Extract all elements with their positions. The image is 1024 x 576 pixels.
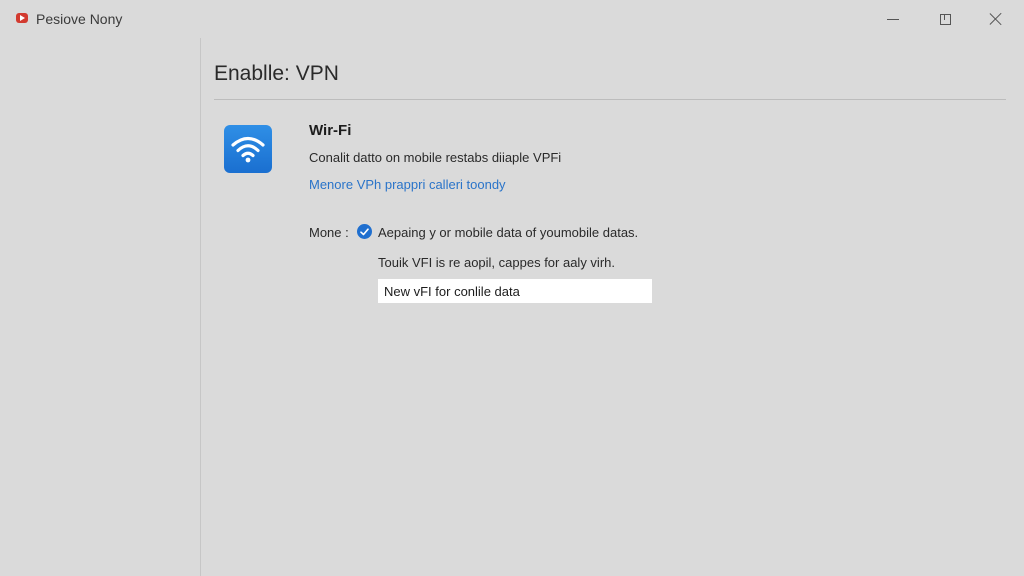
close-icon (989, 12, 1003, 26)
wifi-icon (224, 125, 272, 173)
mode-option-label: Aepaing y or mobile data of youmobile da… (378, 225, 639, 240)
title-divider (214, 99, 1006, 100)
minimize-button[interactable] (878, 6, 908, 32)
app-window: Pesiove Nony Enablle: VPN Wir-Fi Conalit… (0, 0, 1024, 576)
vpn-name-input[interactable] (378, 279, 652, 303)
app-logo-icon (16, 13, 28, 23)
window-title: Pesiove Nony (36, 11, 123, 27)
wifi-title: Wir-Fi (309, 122, 352, 139)
wifi-description: Conalit datto on mobile restabs diiaple … (309, 150, 562, 165)
minimize-icon (887, 18, 899, 20)
page-title: Enablle: VPN (214, 62, 339, 85)
title-bar: Pesiove Nony (0, 0, 1024, 38)
wifi-glyph (231, 136, 265, 163)
maximize-icon (939, 13, 951, 25)
check-icon (360, 227, 369, 235)
sidebar (0, 38, 201, 576)
maximize-button[interactable] (930, 6, 960, 32)
mode-checkbox[interactable] (357, 224, 372, 239)
mode-label: Mone : (309, 225, 349, 240)
close-button[interactable] (981, 6, 1011, 32)
mode-description: Touik VFI is re aopil, cappes for aaly v… (378, 255, 615, 270)
wifi-settings-link[interactable]: Menore VPh prappri calleri toondy (309, 177, 506, 192)
